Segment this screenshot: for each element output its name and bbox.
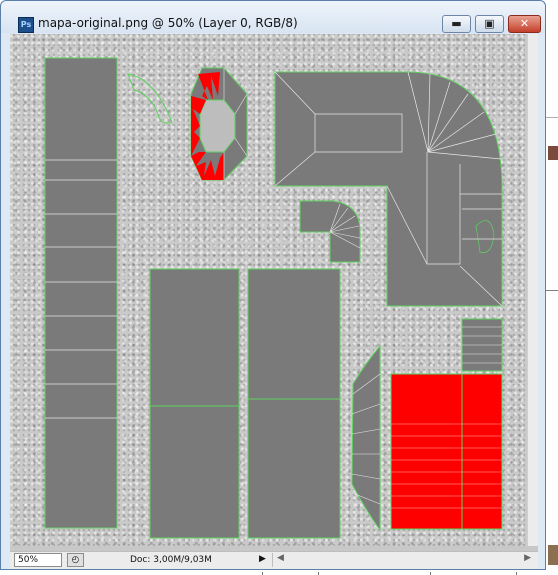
uv-map-artwork [44, 57, 503, 539]
uv-island-ladder [461, 318, 503, 372]
document-area [10, 34, 538, 551]
image-canvas[interactable] [10, 34, 527, 546]
background-thumbnail [548, 146, 558, 160]
scroll-left-icon[interactable]: ◀ [277, 553, 284, 563]
uv-island-red-block [390, 373, 503, 530]
vertical-scrollbar[interactable] [527, 34, 538, 546]
uv-island-strip [44, 57, 118, 529]
uv-island-corner [299, 200, 361, 263]
window-title: mapa-original.png @ 50% (Layer 0, RGB/8) [38, 16, 298, 30]
close-button[interactable]: ✕ [508, 15, 541, 33]
zoom-level-field[interactable]: 50% [14, 553, 62, 567]
uv-island-panel-right [247, 268, 341, 539]
status-menu-arrow-icon[interactable]: ▶ [259, 554, 266, 564]
photoshop-icon[interactable]: Ps [18, 17, 34, 33]
document-window: Ps mapa-original.png @ 50% (Layer 0, RGB… [0, 0, 546, 570]
title-bar[interactable]: Ps mapa-original.png @ 50% (Layer 0, RGB… [1, 1, 545, 33]
status-bar: 50% ◴ Doc: 3,00M/9,03M ▶ ◀ ▶ [10, 551, 538, 569]
document-size-info: Doc: 3,00M/9,03M [130, 555, 212, 565]
background-thumbnail [548, 545, 558, 565]
uv-island-arc [127, 73, 173, 124]
navigator-icon[interactable]: ◴ [67, 553, 84, 567]
uv-island-octagon [190, 67, 248, 181]
uv-island-leaf [351, 344, 381, 532]
uv-island-panel-left [149, 268, 240, 539]
scroll-right-icon[interactable]: ▶ [524, 553, 531, 563]
horizontal-scrollbar[interactable]: ◀ ▶ [272, 553, 535, 567]
maximize-button[interactable]: ▣ [475, 15, 504, 33]
minimize-button[interactable]: ▬ [442, 15, 471, 33]
